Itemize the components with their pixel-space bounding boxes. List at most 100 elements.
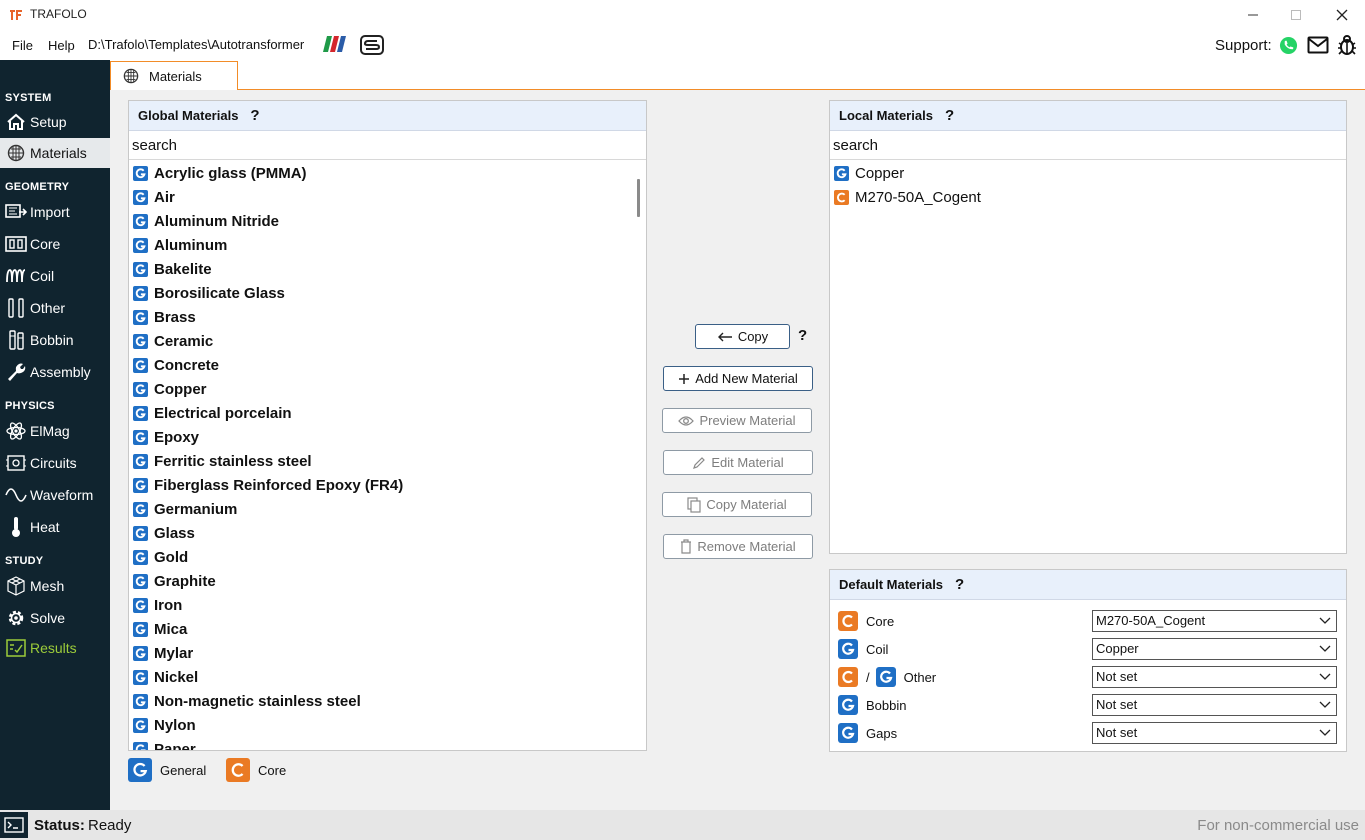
material-name: Nickel [154,668,199,686]
global-material-item[interactable]: Bakelite [129,257,646,281]
material-name: Graphite [154,572,216,590]
local-materials-list[interactable]: Copper M270-50A_Cogent [830,161,1346,553]
minimize-button[interactable] [1233,3,1273,27]
global-material-item[interactable]: Graphite [129,569,646,593]
sidebar-item-core[interactable]: Core [0,229,110,259]
default-bobbin-select[interactable]: Not set [1092,694,1337,716]
default-core-label: Core [866,613,895,629]
default-row-gaps: Gaps [838,721,897,745]
global-material-item[interactable]: Mica [129,617,646,641]
global-materials-panel: Global Materials ? search Acrylic glass … [128,100,647,751]
global-search-input[interactable]: search [129,132,646,160]
sidebar-item-bobbin[interactable]: Bobbin [0,325,110,355]
global-material-item[interactable]: Nickel [129,665,646,689]
global-material-item[interactable]: Gold [129,545,646,569]
sidebar-item-import[interactable]: Import [0,197,110,227]
general-badge-icon [133,333,148,349]
general-badge-icon [875,667,896,687]
global-materials-list[interactable]: Acrylic glass (PMMA) Air Aluminum Nitride A… [129,161,646,750]
sidebar-item-coil[interactable]: Coil [0,261,110,291]
import-icon [5,201,27,223]
slash-separator: / [866,669,870,685]
whatsapp-icon[interactable] [1279,36,1298,55]
window-title: TRAFOLO [30,7,87,21]
material-name: M270-50A_Cogent [855,188,981,206]
copy-material-button[interactable]: Copy Material [662,492,812,517]
close-button[interactable] [1322,3,1362,27]
preview-material-button[interactable]: Preview Material [662,408,812,433]
terminal-icon[interactable] [0,812,28,838]
global-material-item[interactable]: Brass [129,305,646,329]
global-material-item[interactable]: Germanium [129,497,646,521]
global-material-item[interactable]: Copper [129,377,646,401]
global-list-scrollbar[interactable] [637,179,640,217]
copy-help-button[interactable]: ? [798,327,807,344]
general-badge-icon [133,429,148,445]
default-other-select[interactable]: Not set [1092,666,1337,688]
default-materials-title: Default Materials [839,577,944,592]
global-material-item[interactable]: Glass [129,521,646,545]
material-name: Non-magnetic stainless steel [154,692,361,710]
default-gaps-select[interactable]: Not set [1092,722,1337,744]
global-material-item[interactable]: Aluminum Nitride [129,209,646,233]
local-search-input[interactable]: search [830,132,1346,160]
section-study: STUDY [5,555,44,567]
bug-report-icon[interactable] [1337,34,1357,56]
sidebar-item-mesh[interactable]: Mesh [0,571,110,601]
paraview-icon[interactable] [323,36,347,52]
tab-materials[interactable]: Materials [110,61,238,91]
sidebar-item-materials[interactable]: Materials [0,138,110,168]
global-material-item[interactable]: Iron [129,593,646,617]
sidebar-item-elmag[interactable]: ElMag [0,416,110,446]
global-material-item[interactable]: Fiberglass Reinforced Epoxy (FR4) [129,473,646,497]
support-label: Support: [1215,37,1272,54]
global-material-item[interactable]: Air [129,185,646,209]
menu-file[interactable]: File [12,38,33,53]
bobbin-icon [5,329,27,351]
material-name: Fiberglass Reinforced Epoxy (FR4) [154,476,404,494]
sidebar-item-solve[interactable]: Solve [0,603,110,633]
sidebar-item-heat[interactable]: Heat [0,512,110,542]
solver-s-icon[interactable] [360,35,384,55]
global-material-item[interactable]: Electrical porcelain [129,401,646,425]
general-badge-icon [133,309,148,325]
local-material-item[interactable]: Copper [830,161,1346,185]
default-core-select[interactable]: M270-50A_Cogent [1092,610,1337,632]
global-material-item[interactable]: Mylar [129,641,646,665]
section-system: SYSTEM [5,92,52,104]
general-badge-icon [133,597,148,613]
global-help-button[interactable]: ? [250,107,259,124]
global-material-item[interactable]: Ferritic stainless steel [129,449,646,473]
default-other-label: Other [903,669,937,685]
maximize-button[interactable] [1276,3,1316,27]
mail-icon[interactable] [1307,36,1329,54]
maximize-icon [1291,10,1301,20]
edit-material-button[interactable]: Edit Material [663,450,813,475]
remove-material-button[interactable]: Remove Material [663,534,813,559]
menu-help[interactable]: Help [48,38,75,53]
sidebar-item-waveform[interactable]: Waveform [0,480,110,510]
default-row-core: Core [838,609,894,633]
default-coil-select[interactable]: Copper [1092,638,1337,660]
global-material-item[interactable]: Nylon [129,713,646,737]
local-help-button[interactable]: ? [945,107,954,124]
global-material-item[interactable]: Acrylic glass (PMMA) [129,161,646,185]
sidebar-item-circuits[interactable]: Circuits [0,448,110,478]
local-material-item[interactable]: M270-50A_Cogent [830,185,1346,209]
add-new-material-button[interactable]: Add New Material [663,366,813,391]
sidebar-item-setup[interactable]: Setup [0,107,110,137]
sidebar-item-results[interactable]: Results [0,633,110,663]
global-material-item[interactable]: Non-magnetic stainless steel [129,689,646,713]
global-material-item[interactable]: Aluminum [129,233,646,257]
default-help-button[interactable]: ? [955,576,964,593]
global-material-item[interactable]: Borosilicate Glass [129,281,646,305]
global-material-item[interactable]: Ceramic [129,329,646,353]
global-material-item[interactable]: Concrete [129,353,646,377]
sidebar-item-assembly[interactable]: Assembly [0,357,110,387]
global-material-item[interactable]: Paper [129,737,646,750]
copy-button[interactable]: Copy [695,324,790,349]
global-material-item[interactable]: Epoxy [129,425,646,449]
general-badge-icon [128,758,152,782]
sidebar-item-other[interactable]: Other [0,293,110,323]
legend-general-label: General [160,762,207,778]
